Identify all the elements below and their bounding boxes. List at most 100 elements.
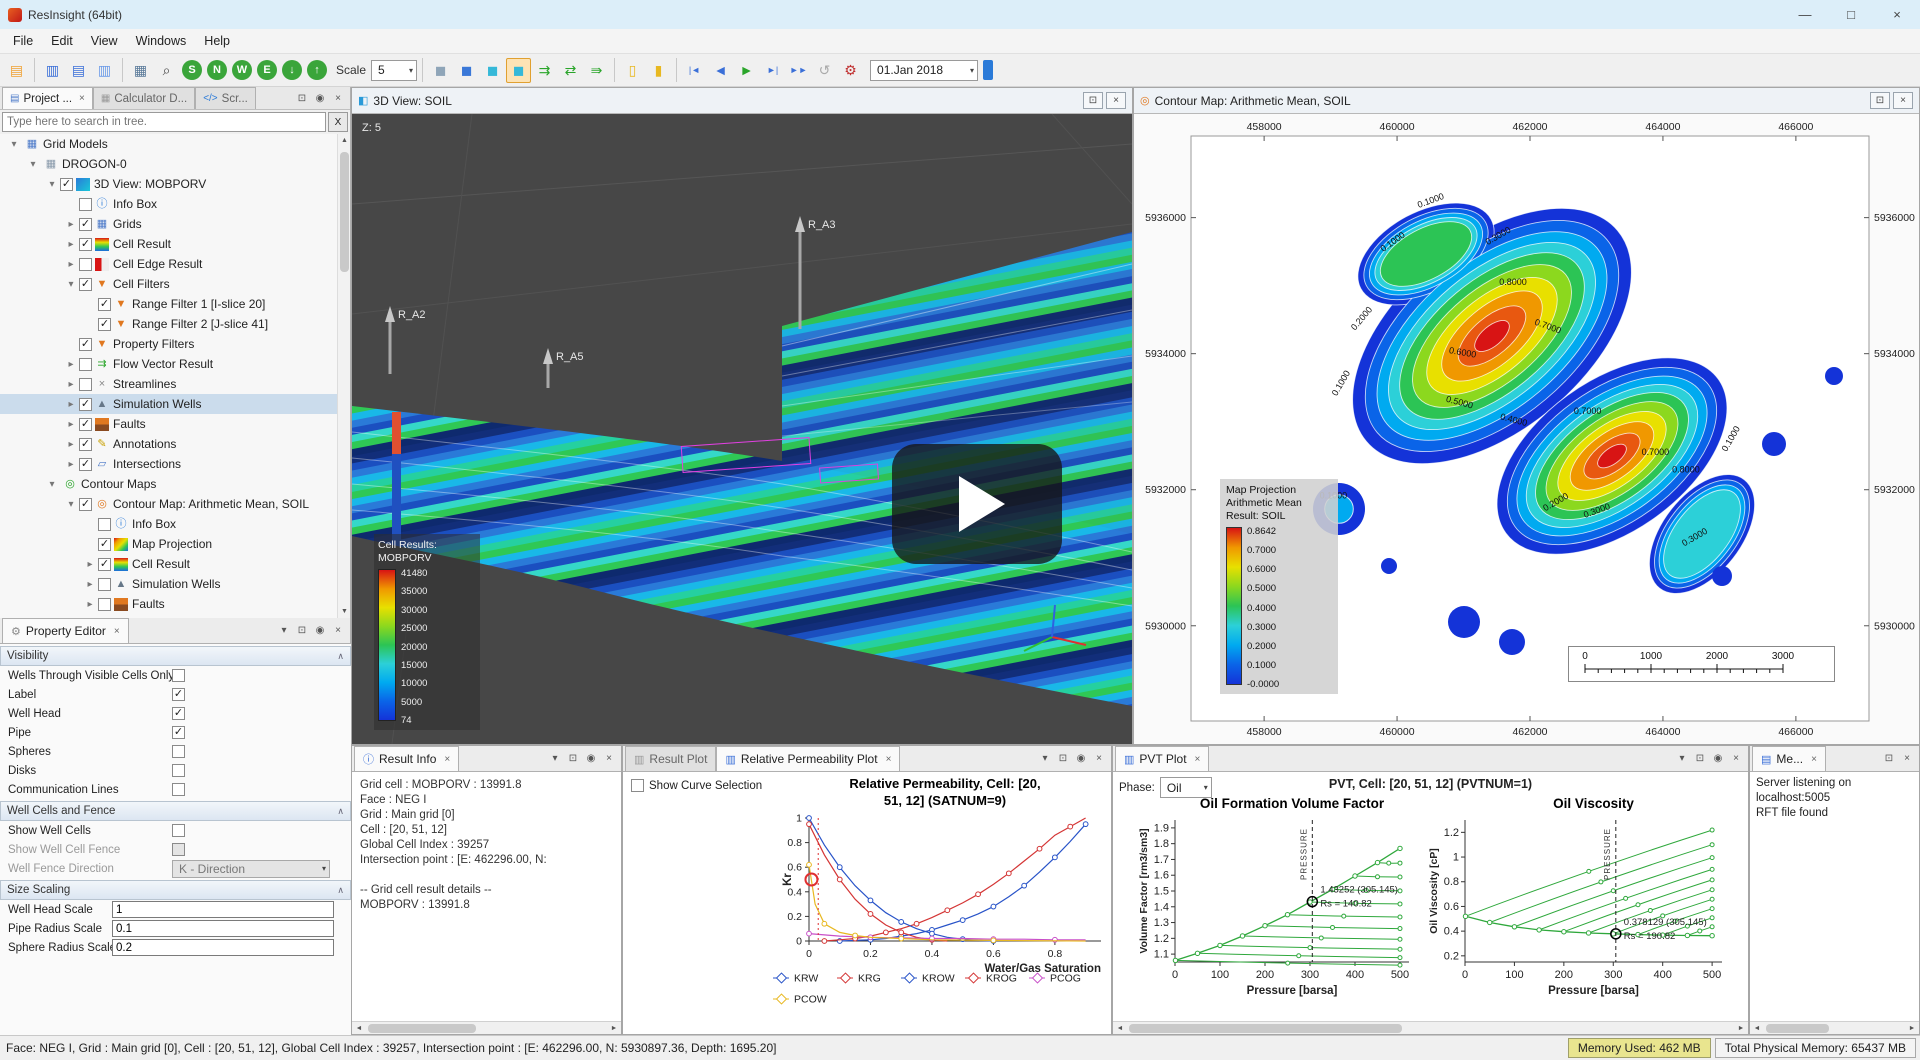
expander-icon[interactable]: ▸ [63, 459, 79, 470]
checkbox-spheres[interactable] [172, 745, 185, 758]
tree-item-streamlines[interactable]: ▸×Streamlines [0, 374, 338, 394]
tree-item-annotations[interactable]: ▸✓✎Annotations [0, 434, 338, 454]
expander-icon[interactable]: ▾ [44, 479, 60, 490]
open-project-icon[interactable]: ▤ [4, 58, 29, 83]
checkbox-label[interactable]: ✓ [172, 688, 185, 701]
close-tab-icon[interactable]: × [444, 754, 450, 765]
messages-float-icon[interactable]: ⊡ [1881, 751, 1897, 767]
timestep-select[interactable]: 01.Jan 2018▾ [870, 60, 978, 81]
relperm-close-icon[interactable]: × [1091, 751, 1107, 767]
tree-checkbox[interactable]: ✓ [60, 178, 73, 191]
checkbox-well-head[interactable]: ✓ [172, 707, 185, 720]
search-clear-button[interactable]: X [328, 112, 348, 132]
annotation-tool-icon[interactable]: ▯ [620, 58, 645, 83]
repeat-animation-icon[interactable]: ↺ [812, 58, 837, 83]
show-grid-surface-icon[interactable]: ◼ [480, 58, 505, 83]
tree-item-contour-maps[interactable]: ▾◎Contour Maps [0, 474, 338, 494]
tree-checkbox[interactable] [79, 258, 92, 271]
skip-to-start-icon[interactable]: |◄ [682, 58, 707, 83]
tree-item-flow-vector-result[interactable]: ▸⇉Flow Vector Result [0, 354, 338, 374]
expander-icon[interactable]: ▸ [63, 379, 79, 390]
scrollbar-thumb[interactable] [368, 1024, 476, 1033]
close-panel-icon[interactable]: × [1106, 92, 1126, 109]
legend-item-krw[interactable]: KRW [773, 973, 818, 985]
expander-icon[interactable]: ▾ [6, 139, 22, 150]
tree-item-3d-view-mobporv[interactable]: ▾✓3D View: MOBPORV [0, 174, 338, 194]
close-panel-icon[interactable]: × [1893, 92, 1913, 109]
tab-messages[interactable]: ▤ Me... × [1752, 746, 1826, 771]
well-log-plot-icon[interactable]: ▤ [66, 58, 91, 83]
tree-checkbox[interactable]: ✓ [98, 318, 111, 331]
view-from-east-icon[interactable]: E [257, 60, 277, 80]
expander-icon[interactable]: ▸ [82, 579, 98, 590]
horizontal-scrollbar[interactable]: ◄ ► [1113, 1021, 1748, 1034]
result-info-menu-icon[interactable]: ▾ [547, 751, 563, 767]
tab-scr[interactable]: </>Scr... [195, 87, 256, 109]
measurement-tool-icon[interactable]: ▮ [646, 58, 671, 83]
expander-icon[interactable]: ▾ [25, 159, 41, 170]
tree-checkbox[interactable]: ✓ [98, 298, 111, 311]
animation-settings-icon[interactable]: ⚙ [838, 58, 863, 83]
tree-item-simulation-wells[interactable]: ▸✓▲Simulation Wells [0, 394, 338, 414]
menu-help[interactable]: Help [195, 29, 239, 54]
tree-item-cell-result[interactable]: ▸✓Cell Result [0, 554, 338, 574]
menu-windows[interactable]: Windows [127, 29, 196, 54]
show-grid-cells-icon[interactable]: ◼ [454, 58, 479, 83]
result-info-close-icon[interactable]: × [601, 751, 617, 767]
horizontal-scrollbar[interactable]: ◄ ► [352, 1021, 621, 1034]
tree-item-cell-edge-result[interactable]: ▸Cell Edge Result [0, 254, 338, 274]
close-button[interactable]: × [1874, 0, 1920, 29]
scroll-down-icon[interactable]: ▼ [338, 605, 351, 618]
view-from-south-icon[interactable]: S [182, 60, 202, 80]
step-back-icon[interactable]: ◄ [708, 58, 733, 83]
summary-plot-icon[interactable]: ▥ [40, 58, 65, 83]
scroll-left-icon[interactable]: ◄ [1750, 1025, 1764, 1032]
tree-checkbox[interactable]: ✓ [98, 538, 111, 551]
tab-relative-permeability-plot[interactable]: ▥ Relative Permeability Plot × [716, 746, 900, 771]
tree-checkbox[interactable] [79, 378, 92, 391]
tree-item-intersections[interactable]: ▸✓▱Intersections [0, 454, 338, 474]
show-grid-box-icon[interactable]: ◼ [428, 58, 453, 83]
close-tab-icon[interactable]: × [114, 626, 120, 637]
property-editor-pin-icon[interactable]: ◉ [312, 623, 328, 639]
menu-file[interactable]: File [4, 29, 42, 54]
relperm-chart-area[interactable]: Relative Permeability, Cell: [20,51, 12]… [623, 772, 1111, 1034]
expander-icon[interactable]: ▸ [63, 259, 79, 270]
tree-item-cell-filters[interactable]: ▾✓▼Cell Filters [0, 274, 338, 294]
tree-item-cell-result[interactable]: ▸✓Cell Result [0, 234, 338, 254]
zoom-all-icon[interactable]: ⌕ [154, 58, 179, 83]
tab-project[interactable]: ▤Project ...× [2, 87, 93, 109]
dropdown-well-fence-direction[interactable]: K - Direction▾ [172, 860, 330, 878]
checkbox-communication-lines[interactable] [172, 783, 185, 796]
expander-icon[interactable]: ▸ [63, 239, 79, 250]
tree-item-drogon-0[interactable]: ▾▦DROGON-0 [0, 154, 338, 174]
search-input[interactable] [2, 112, 326, 132]
pvt-menu-icon[interactable]: ▾ [1674, 751, 1690, 767]
property-editor-menu-icon[interactable]: ▾ [276, 623, 292, 639]
tree-checkbox[interactable]: ✓ [79, 238, 92, 251]
minimize-button[interactable]: — [1782, 0, 1828, 29]
scroll-up-icon[interactable]: ▲ [338, 134, 351, 147]
legend-item-pcow[interactable]: PCOW [773, 994, 827, 1006]
tab-calculator-d[interactable]: ▦Calculator D... [93, 87, 195, 109]
tree-item-simulation-wells[interactable]: ▸▲Simulation Wells [0, 574, 338, 594]
tree-item-faults[interactable]: ▸Faults [0, 594, 338, 614]
well-disjunct-cells-icon[interactable]: ⇛ [584, 58, 609, 83]
view-from-below-icon[interactable]: ↑ [307, 60, 327, 80]
legend-item-pcog[interactable]: PCOG [1029, 973, 1081, 985]
menu-edit[interactable]: Edit [42, 29, 82, 54]
scroll-right-icon[interactable]: ► [607, 1025, 621, 1032]
expander-icon[interactable]: ▾ [63, 499, 79, 510]
tree-checkbox[interactable] [98, 598, 111, 611]
scroll-left-icon[interactable]: ◄ [1113, 1025, 1127, 1032]
checkbox-wells-through-visible-cells-only[interactable] [172, 669, 185, 682]
scrollbar-thumb[interactable] [340, 152, 349, 272]
pvt-chart-area[interactable]: Oil Formation Volume Factor0100200300400… [1113, 772, 1748, 1034]
expander-icon[interactable]: ▸ [63, 439, 79, 450]
relperm-pin-icon[interactable]: ◉ [1073, 751, 1089, 767]
close-tab-icon[interactable]: × [1811, 754, 1817, 765]
expander-icon[interactable]: ▾ [44, 179, 60, 190]
float-panel-icon[interactable]: ⊡ [1083, 92, 1103, 109]
tab-result-plot[interactable]: ▥ Result Plot [625, 746, 716, 771]
scroll-right-icon[interactable]: ► [1905, 1025, 1919, 1032]
